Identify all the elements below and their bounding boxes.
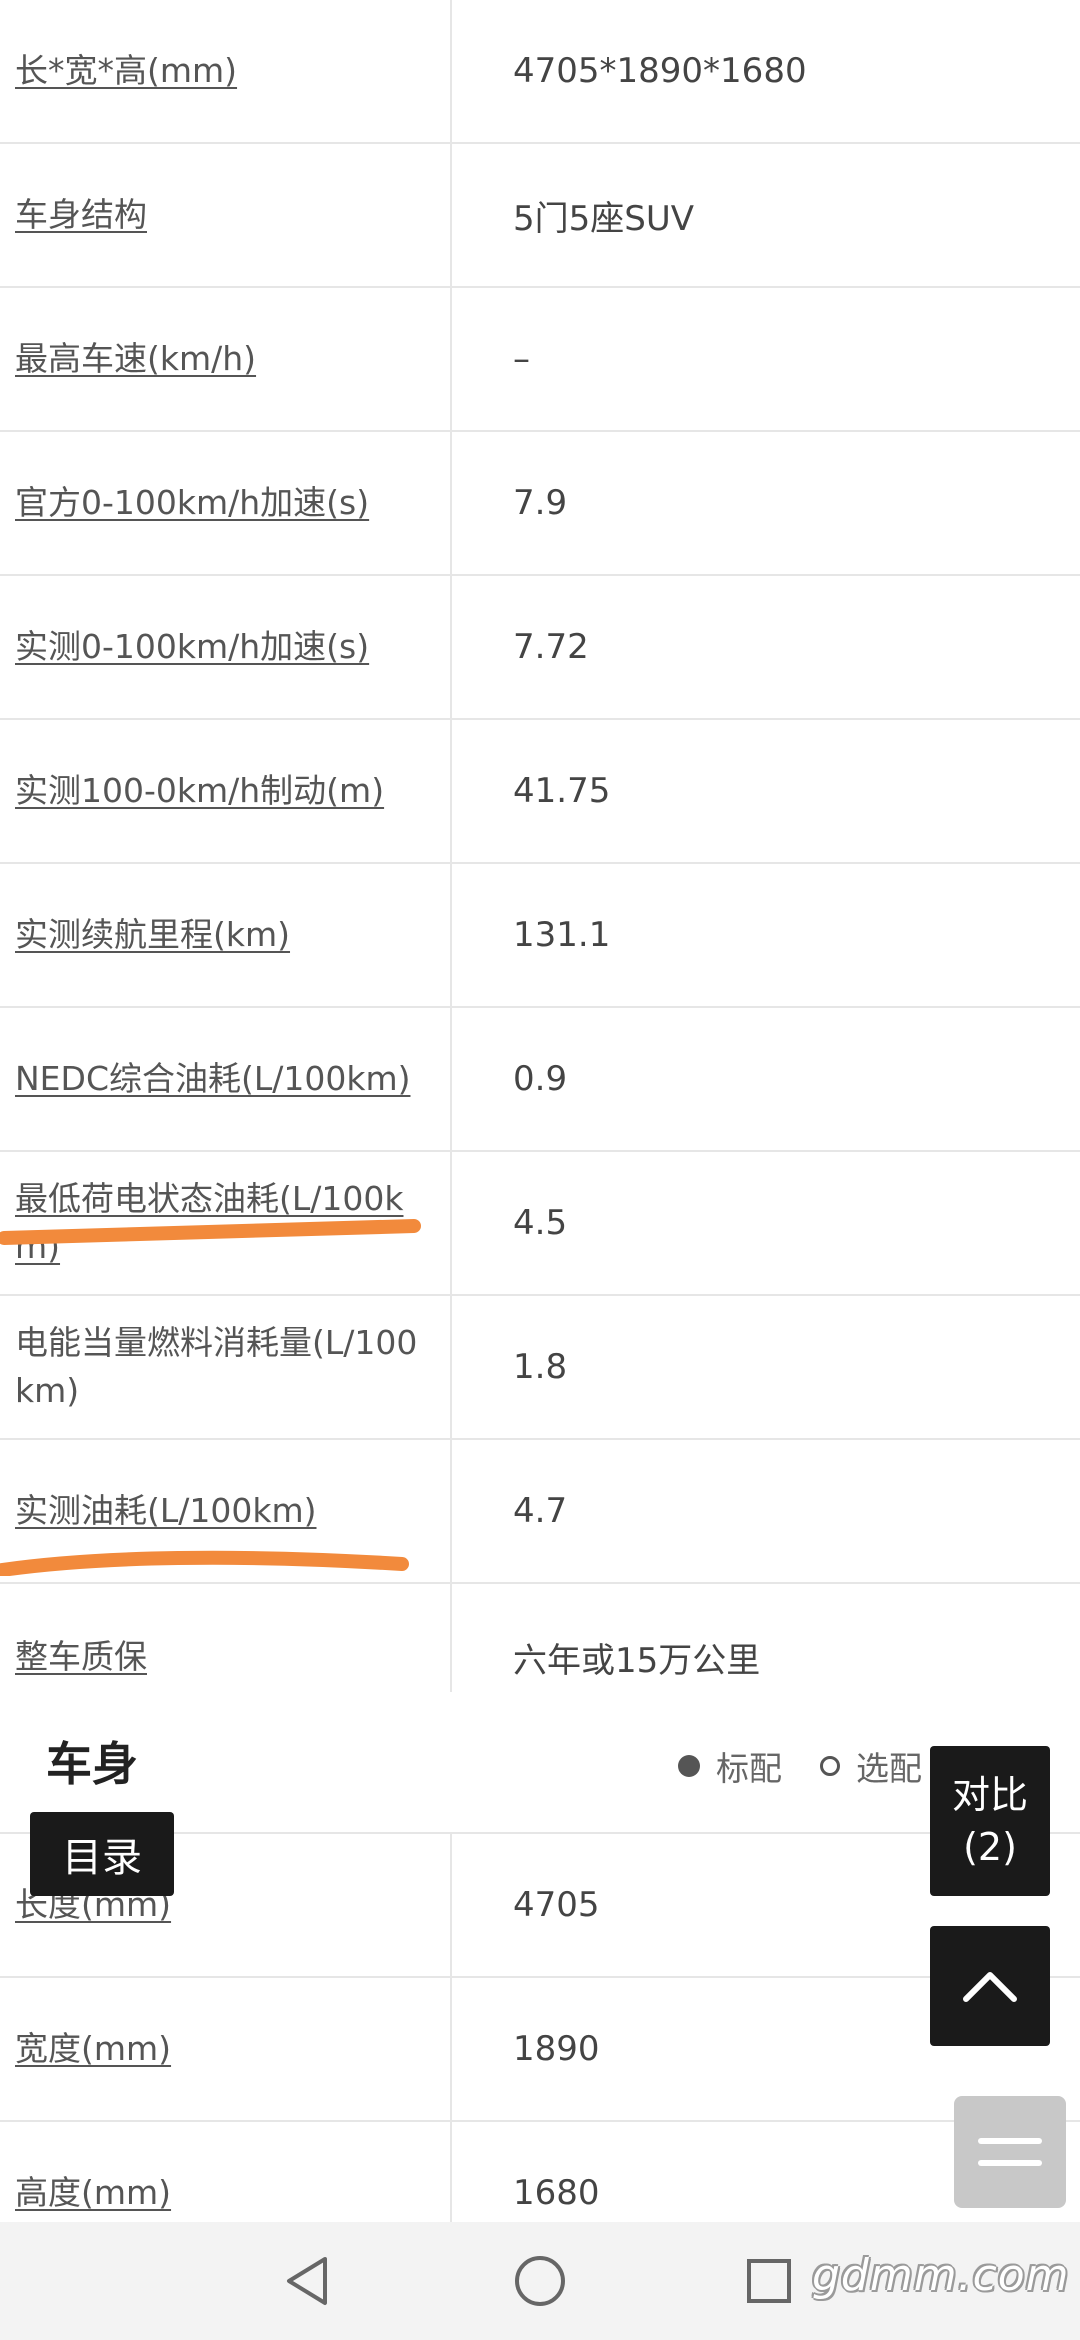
spec-row: 最高车速(km/h) –	[0, 288, 1080, 432]
spec-row: 实测0-100km/h加速(s) 7.72	[0, 576, 1080, 720]
compare-button[interactable]: 对比 (2)	[930, 1746, 1050, 1896]
spec-row: 最低荷电状态油耗(L/100km) 4.5	[0, 1152, 1080, 1296]
spec-row: 电能当量燃料消耗量(L/100km) 1.8	[0, 1296, 1080, 1440]
spec-label[interactable]: 实测油耗(L/100km)	[15, 1440, 435, 1582]
nav-home-button[interactable]	[505, 2246, 575, 2316]
nav-recents-button[interactable]	[734, 2246, 804, 2316]
triangle-back-icon	[287, 2257, 327, 2305]
spec-row: 实测续航里程(km) 131.1	[0, 864, 1080, 1008]
spec-value: 1.8	[513, 1347, 568, 1387]
compare-label: 对比	[951, 1773, 1028, 1817]
spec-row: 长*宽*高(mm) 4705*1890*1680	[0, 0, 1080, 144]
spec-value: –	[513, 339, 530, 379]
nav-back-button[interactable]	[272, 2246, 342, 2316]
spec-value: 41.75	[513, 771, 611, 811]
spec-label: 电能当量燃料消耗量(L/100km)	[15, 1323, 418, 1410]
legend-optional-label: 选配	[856, 1749, 922, 1788]
menu-bar	[978, 2160, 1042, 2166]
spec-value: 0.9	[513, 1059, 568, 1099]
catalog-button[interactable]: 目录	[30, 1812, 174, 1896]
hollow-dot-icon	[820, 1756, 840, 1776]
spec-value: 4705*1890*1680	[513, 51, 807, 91]
chevron-up-icon	[963, 1972, 1017, 2002]
spec-value: 4.7	[513, 1491, 568, 1531]
spec-label[interactable]: 官方0-100km/h加速(s)	[15, 432, 435, 574]
spec-table: 长*宽*高(mm) 4705*1890*1680 车身结构 5门5座SUV 最高…	[0, 0, 1080, 1732]
filled-dot-icon	[678, 1755, 700, 1777]
spec-value: 131.1	[513, 915, 611, 955]
spec-label[interactable]: 最低荷电状态油耗(L/100km)	[15, 1152, 435, 1294]
square-recents-icon	[747, 2259, 791, 2303]
spec-value: 7.72	[513, 627, 589, 667]
spec-label[interactable]: NEDC综合油耗(L/100km)	[15, 1008, 435, 1150]
spec-label[interactable]: 宽度(mm)	[15, 1978, 435, 2120]
spec-label[interactable]: 最高车速(km/h)	[15, 288, 435, 430]
legend-standard-label: 标配	[716, 1749, 782, 1788]
spec-label[interactable]: 长*宽*高(mm)	[15, 0, 435, 142]
legend-standard: 标配	[678, 1742, 782, 1790]
watermark-text: gdmm.com	[812, 2250, 1070, 2301]
legend-optional: 选配	[820, 1742, 922, 1790]
spec-label[interactable]: 实测续航里程(km)	[15, 864, 435, 1006]
spec-row: 实测100-0km/h制动(m) 41.75	[0, 720, 1080, 864]
spec-row: 车身结构 5门5座SUV	[0, 144, 1080, 288]
spec-label[interactable]: 实测0-100km/h加速(s)	[15, 576, 435, 718]
spec-row: 官方0-100km/h加速(s) 7.9	[0, 432, 1080, 576]
back-to-top-button[interactable]	[930, 1926, 1050, 2046]
spec-value: 7.9	[513, 483, 568, 523]
menu-button[interactable]	[954, 2096, 1066, 2208]
spec-row: 实测油耗(L/100km) 4.7	[0, 1440, 1080, 1584]
spec-label[interactable]: 车身结构	[15, 144, 435, 286]
body-spec-table: 长度(mm) 4705 宽度(mm) 1890 高度(mm) 1680	[0, 1834, 1080, 2266]
compare-count: (2)	[963, 1825, 1017, 1869]
spec-label[interactable]: 实测100-0km/h制动(m)	[15, 720, 435, 862]
spec-row: 宽度(mm) 1890	[0, 1978, 1080, 2122]
spec-value: 4.5	[513, 1203, 568, 1243]
circle-home-icon	[515, 2256, 565, 2306]
spec-row: NEDC综合油耗(L/100km) 0.9	[0, 1008, 1080, 1152]
menu-bar	[978, 2138, 1042, 2144]
section-title: 车身	[46, 1737, 138, 1791]
spec-value: 5门5座SUV	[513, 198, 694, 239]
